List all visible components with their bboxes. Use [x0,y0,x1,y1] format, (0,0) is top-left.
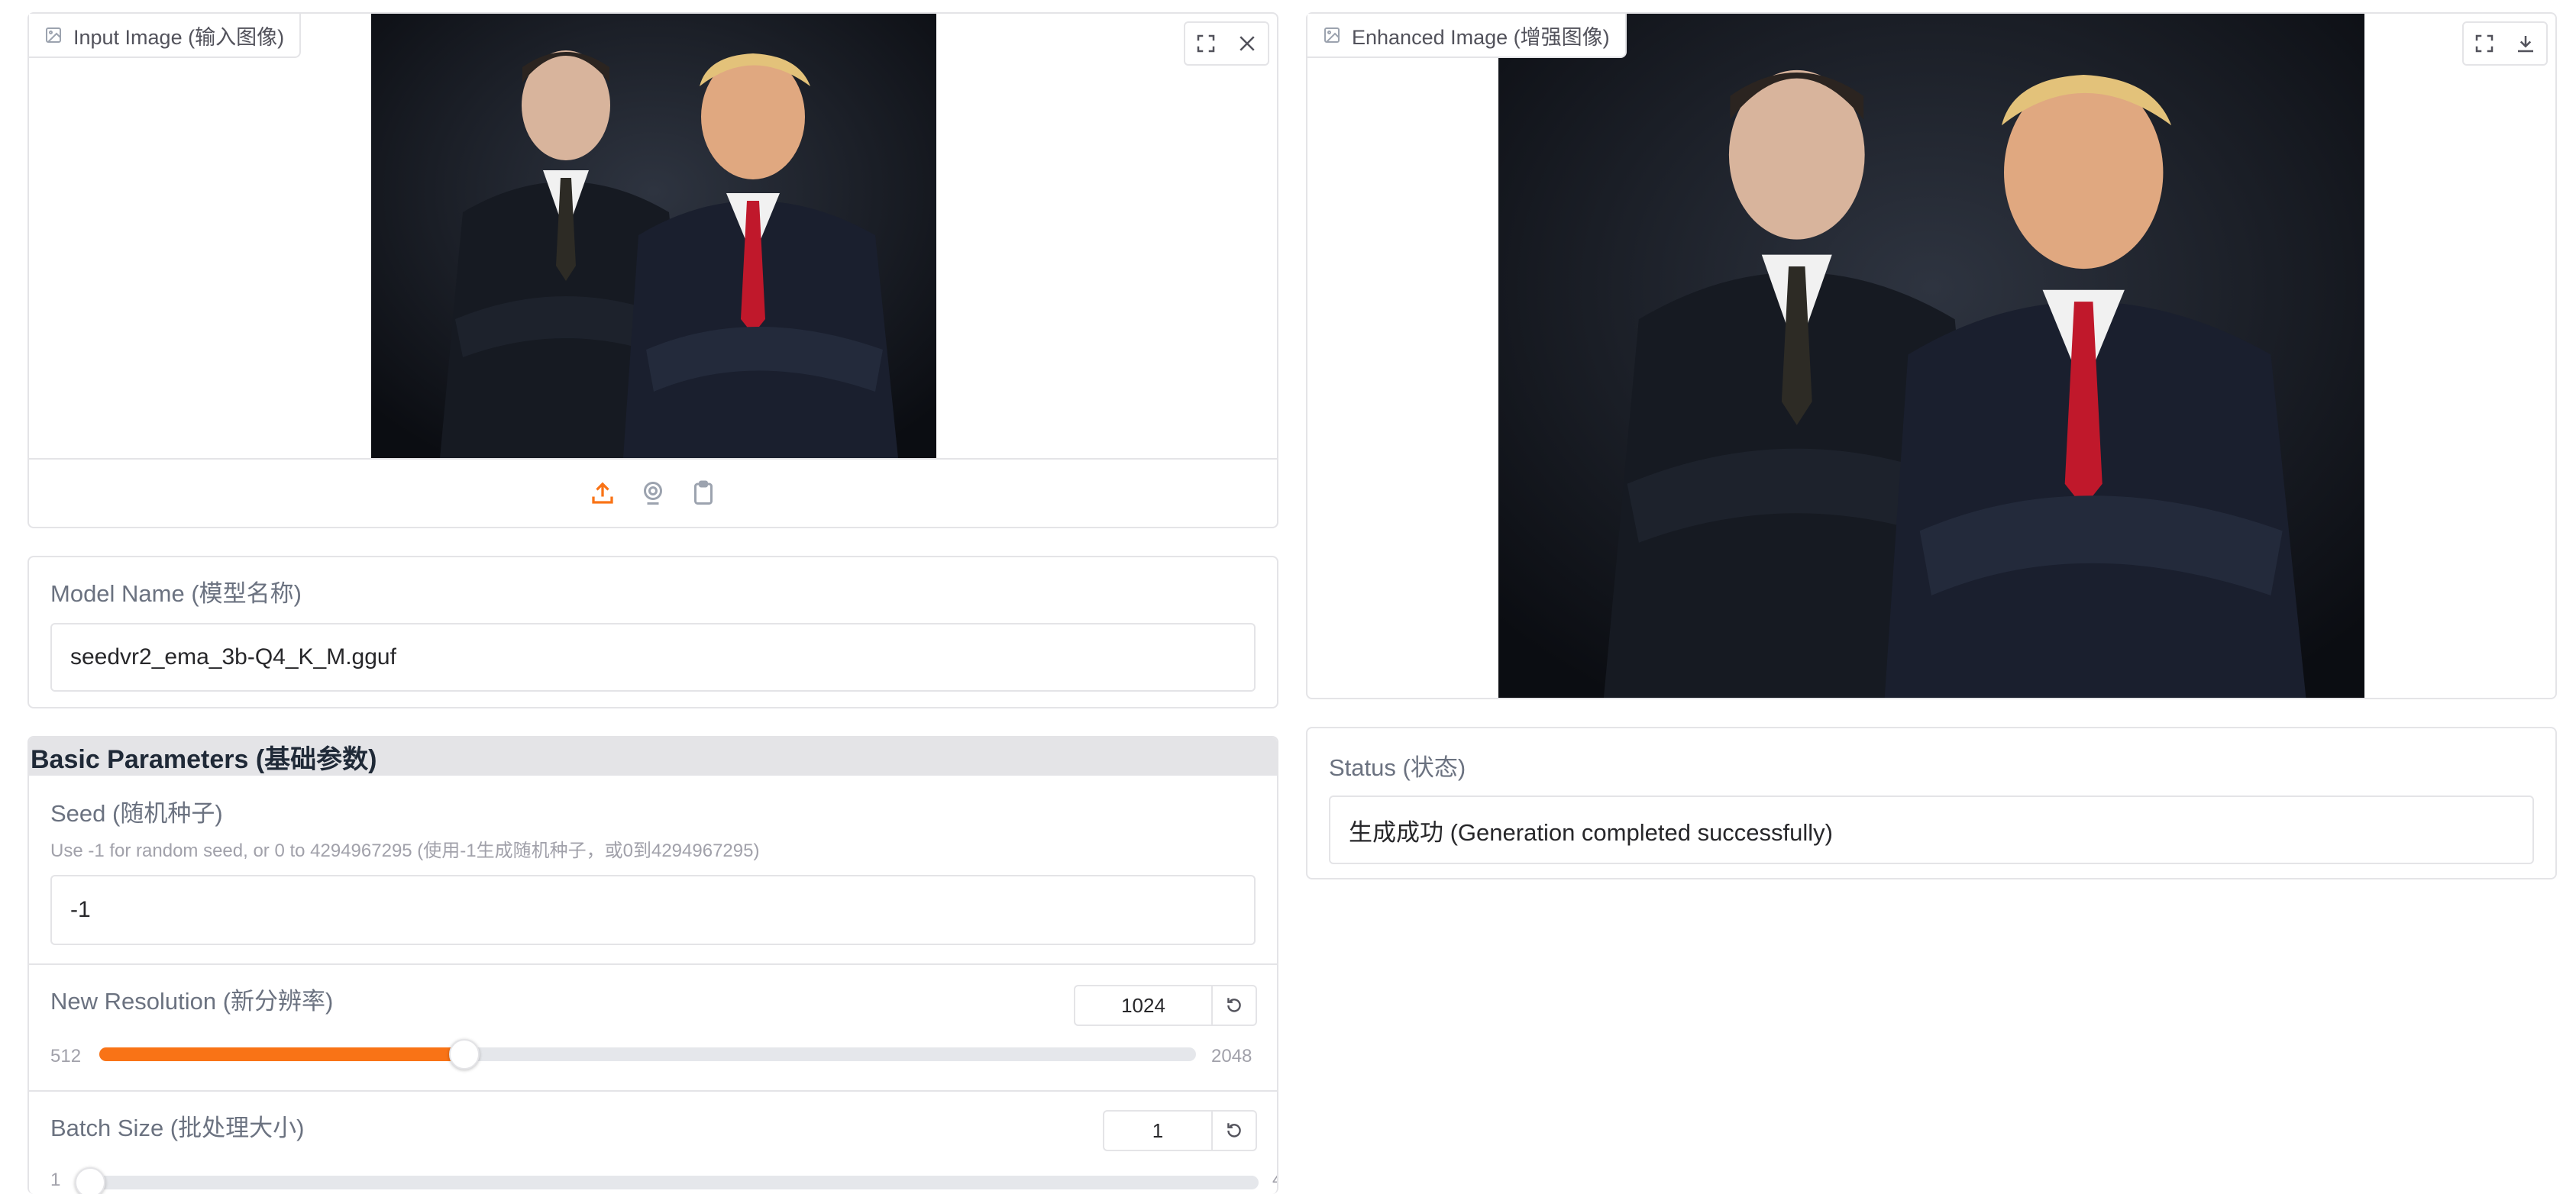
enhanced-image-toolbar [2462,21,2548,66]
resolution-slider-fill [99,1047,465,1061]
enhanced-image-preview [1498,14,2364,698]
resolution-reset-button[interactable] [1213,985,1257,1026]
resolution-number-input[interactable]: 1024 [1074,985,1213,1026]
close-icon [1240,36,1255,51]
clipboard-button[interactable] [688,478,719,508]
resolution-label: New Resolution (新分辨率) [50,988,334,1015]
status-panel: Status (状态) 生成成功 (Generation completed s… [1306,727,2557,879]
image-icon [46,27,61,43]
webcam-icon [644,482,662,505]
upload-button[interactable] [587,478,618,508]
resolution-slider-thumb[interactable] [449,1039,480,1070]
upload-icon [592,482,613,504]
enhanced-image-label-text: Enhanced Image (增强图像) [1352,25,1610,49]
divider [29,1090,1277,1092]
model-name-input[interactable]: seedvr2_ema_3b-Q4_K_M.gguf [50,623,1256,692]
input-image-preview [371,14,936,458]
image-icon [1324,27,1340,43]
download-icon [2518,36,2533,53]
fullscreen-icon [2475,34,2494,53]
basic-params-header[interactable]: Basic Parameters (基础参数) [29,737,1277,776]
enhanced-image-label: Enhanced Image (增强图像) [1307,14,1627,58]
input-image-label: Input Image (输入图像) [29,14,302,58]
status-label: Status (状态) [1329,754,1466,781]
reset-icon [1227,998,1241,1012]
fullscreen-icon [1197,34,1215,53]
seed-input[interactable]: -1 [50,875,1256,945]
seed-hint: Use -1 for random seed, or 0 to 42949672… [50,841,760,861]
status-output: 生成成功 (Generation completed successfully) [1329,795,2534,864]
batch-size-reset-button[interactable] [1213,1110,1257,1151]
resolution-min: 512 [50,1046,82,1067]
model-name-panel: Model Name (模型名称) seedvr2_ema_3b-Q4_K_M.… [27,556,1278,708]
model-name-label: Model Name (模型名称) [50,580,302,607]
enhanced-image-panel: Enhanced Image (增强图像) [1306,12,2557,699]
input-image-panel[interactable]: Input Image (输入图像) [27,12,1278,528]
basic-params-panel: Basic Parameters (基础参数) Seed (随机种子) Use … [27,736,1278,1194]
divider [29,963,1277,965]
webcam-button[interactable] [638,478,668,508]
reset-icon [1227,1123,1241,1138]
fullscreen-button[interactable] [1185,23,1227,64]
seed-label: Seed (随机种子) [50,800,223,827]
fullscreen-button[interactable] [2464,23,2505,64]
resolution-max: 2048 [1211,1046,1252,1067]
clear-image-button[interactable] [1227,23,1268,64]
image-source-bar [29,458,1277,527]
download-button[interactable] [2505,23,2546,64]
clipboard-icon [694,480,713,505]
input-image-toolbar [1184,21,1269,66]
batch-size-max: 4 [1272,1170,1277,1191]
batch-size-label: Batch Size (批处理大小) [50,1115,305,1141]
batch-size-number-input[interactable]: 1 [1103,1110,1213,1151]
input-image-label-text: Input Image (输入图像) [73,25,285,49]
batch-size-min: 1 [50,1170,61,1190]
resolution-slider[interactable] [99,1039,1196,1070]
batch-size-slider[interactable] [75,1167,1259,1194]
